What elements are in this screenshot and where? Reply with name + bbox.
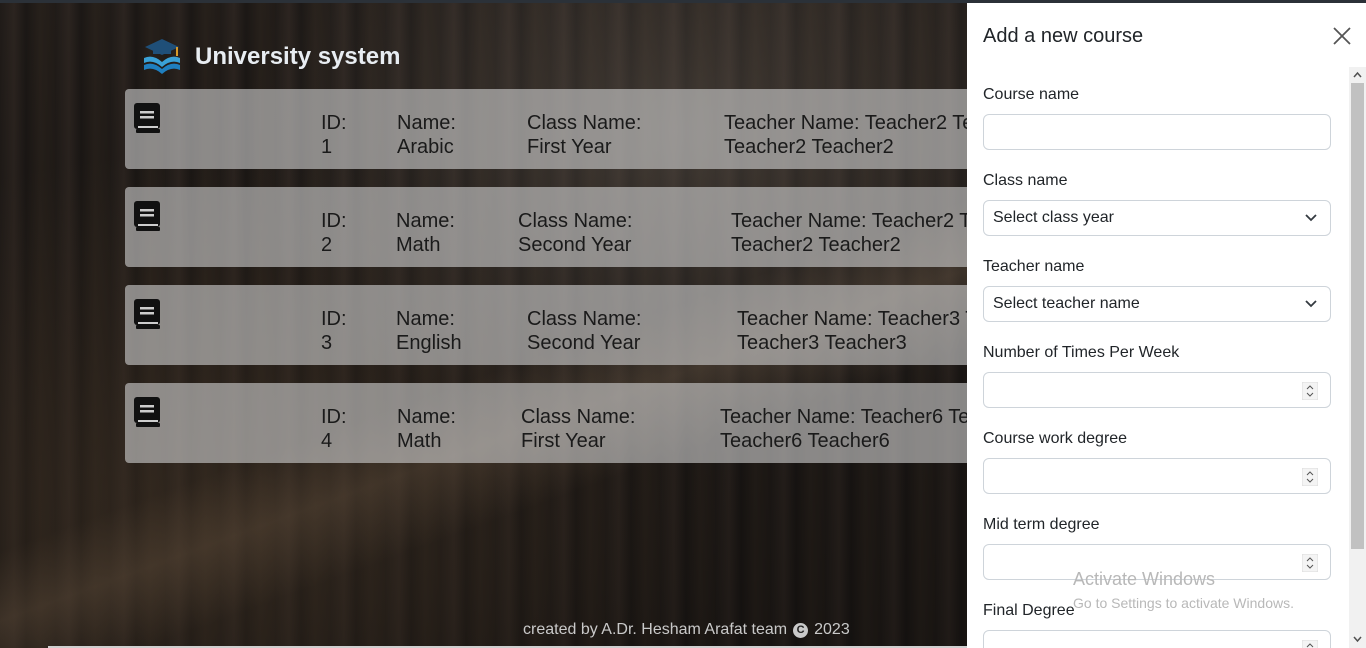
add-course-panel: Add a new course Course name Class name … — [967, 3, 1366, 648]
course-id: ID: 4 — [321, 406, 347, 452]
course-card[interactable]: ID: 4 Name: Math Class Name: First Year Tea… — [125, 383, 995, 463]
book-icon — [134, 201, 160, 231]
chevron-down-icon — [1305, 300, 1317, 308]
teacher-name-label: Teacher name — [983, 258, 1085, 275]
scrollbar-thumb[interactable] — [1351, 83, 1364, 549]
mid-term-label: Mid term degree — [983, 516, 1100, 533]
course-name: Name: Math — [397, 406, 456, 452]
course-card[interactable]: ID: 2 Name: Math Class Name: Second Year Te… — [125, 187, 995, 267]
course-id: ID: 3 — [321, 308, 347, 354]
footer: created by A.Dr. Hesham Arafat team C 20… — [523, 621, 850, 639]
class-name-select[interactable]: Select class year — [983, 200, 1331, 236]
number-spinner-icon[interactable] — [1302, 468, 1318, 486]
activate-windows-title: Activate Windows — [1073, 569, 1216, 589]
number-spinner-icon[interactable] — [1302, 554, 1318, 572]
course-class: Class Name: First Year — [527, 112, 642, 158]
course-teacher: Teacher Name: Teacher3 Te Teacher3 Teache… — [737, 308, 987, 354]
panel-scrollbar[interactable] — [1349, 67, 1366, 648]
course-name-label: Course name — [983, 86, 1080, 103]
course-name: Name: Arabic — [397, 112, 456, 158]
scroll-up-arrow-icon[interactable] — [1353, 71, 1362, 79]
times-per-week-input[interactable] — [983, 372, 1331, 408]
final-degree-input[interactable] — [983, 630, 1331, 648]
course-name: Name: English — [396, 308, 462, 354]
brand-title: University system — [195, 43, 401, 70]
course-work-input[interactable] — [983, 458, 1331, 494]
course-teacher: Teacher Name: Teacher2 Te Teacher2 Teache… — [731, 210, 981, 256]
course-teacher: Teacher Name: Teacher2 Tea Teacher2 Teach… — [724, 112, 985, 158]
footer-credit: created by A.Dr. Hesham Arafat team — [523, 621, 788, 638]
book-icon — [134, 299, 160, 329]
number-spinner-icon[interactable] — [1302, 382, 1318, 400]
course-id: ID: 2 — [321, 210, 347, 256]
class-name-label: Class name — [983, 172, 1068, 189]
close-icon[interactable] — [1331, 25, 1353, 47]
chevron-down-icon — [1305, 214, 1317, 222]
final-degree-label: Final Degree — [983, 602, 1075, 619]
activate-windows-subtitle: Go to Settings to activate Windows. — [1073, 595, 1294, 611]
course-teacher: Teacher Name: Teacher6 Tea Teacher6 Teach… — [720, 406, 981, 452]
times-per-week-label: Number of Times Per Week — [983, 344, 1180, 361]
copyright-icon: C — [793, 622, 809, 638]
number-spinner-icon[interactable] — [1302, 640, 1318, 648]
scroll-down-arrow-icon[interactable] — [1353, 635, 1362, 643]
footer-year: 2023 — [814, 621, 850, 638]
course-name: Name: Math — [396, 210, 455, 256]
course-work-label: Course work degree — [983, 430, 1128, 447]
book-icon — [134, 103, 160, 133]
course-class: Class Name: First Year — [521, 406, 636, 452]
course-id: ID: 1 — [321, 112, 347, 158]
university-logo-icon — [144, 39, 180, 74]
course-class: Class Name: Second Year — [527, 308, 642, 354]
course-card[interactable]: ID: 1 Name: Arabic Class Name: First Year T… — [125, 89, 995, 169]
course-class: Class Name: Second Year — [518, 210, 633, 256]
book-icon — [134, 397, 160, 427]
teacher-name-select[interactable]: Select teacher name — [983, 286, 1331, 322]
course-card[interactable]: ID: 3 Name: English Class Name: Second Year… — [125, 285, 995, 365]
brand[interactable]: University system — [141, 36, 400, 78]
panel-title: Add a new course — [983, 25, 1144, 47]
course-name-input[interactable] — [983, 114, 1331, 150]
